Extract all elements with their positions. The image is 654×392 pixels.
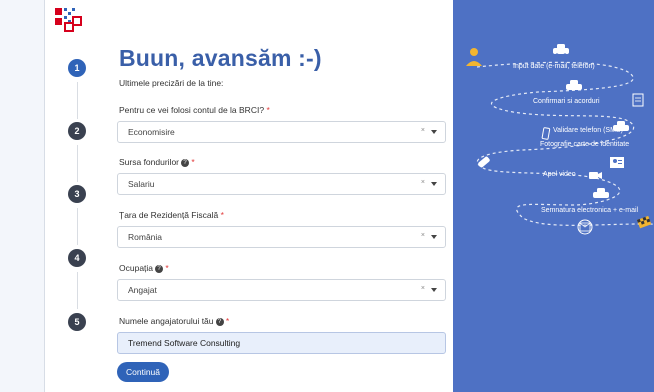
usage-value: Economisire	[128, 127, 175, 137]
roadmap-step-label: Confirmari si acorduri	[533, 98, 600, 105]
roadmap-panel: Input date (e-mail, telefon) Confirmari …	[453, 0, 654, 392]
country-label: Țara de Rezidență Fiscală *	[119, 210, 224, 220]
roadmap-step-label: Apel video	[543, 171, 576, 178]
window: Buun, avansăm :-) Ultimele precizări de …	[44, 0, 654, 392]
roadmap-step-label: Semnatura electronica + e-mail	[541, 207, 639, 214]
clear-icon[interactable]: ×	[421, 127, 425, 134]
source-label: Sursa fondurilor? *	[119, 157, 195, 167]
country-value: România	[128, 232, 163, 242]
chevron-down-icon[interactable]	[431, 235, 437, 239]
envelope-icon	[577, 219, 593, 235]
car-icon	[553, 44, 569, 57]
info-icon[interactable]: ?	[155, 264, 164, 273]
clipboard-icon	[632, 93, 644, 107]
source-select[interactable]: Salariu ×	[117, 173, 446, 195]
source-value: Salariu	[128, 179, 155, 189]
clear-icon[interactable]: ×	[421, 232, 425, 239]
chevron-down-icon[interactable]	[431, 182, 437, 186]
clear-icon[interactable]: ×	[421, 179, 425, 186]
roadmap-step-label: Validare telefon (SMS)	[553, 127, 623, 134]
step-connector	[77, 145, 78, 182]
employer-input[interactable]: Tremend Software Consulting	[117, 332, 446, 354]
page-title: Buun, avansăm :-)	[119, 45, 322, 71]
info-icon[interactable]: ?	[215, 317, 224, 326]
country-select[interactable]: România ×	[117, 226, 446, 248]
chevron-down-icon[interactable]	[431, 288, 437, 292]
step-4: 4	[68, 249, 86, 267]
roadmap-step-label: Fotografie carte de identitate	[540, 141, 630, 148]
continue-button[interactable]: Continuă	[117, 362, 169, 382]
info-icon[interactable]: ?	[181, 158, 190, 167]
id-card-icon	[610, 157, 624, 168]
step-connector	[77, 208, 78, 245]
employer-value: Tremend Software Consulting	[128, 338, 241, 348]
person-icon	[466, 48, 482, 66]
chevron-down-icon[interactable]	[431, 130, 437, 134]
occupation-label: Ocupația? *	[119, 263, 169, 273]
car-icon	[566, 80, 582, 90]
occupation-select[interactable]: Angajat ×	[117, 279, 446, 301]
step-1: 1	[68, 59, 86, 77]
usage-select[interactable]: Economisire ×	[117, 121, 446, 143]
employer-label: Numele angajatorului tău? *	[119, 316, 230, 326]
step-connector	[77, 272, 78, 309]
form-panel: Buun, avansăm :-) Ultimele precizări de …	[45, 0, 453, 392]
occupation-value: Angajat	[128, 285, 157, 295]
clear-icon[interactable]: ×	[421, 285, 425, 292]
page-subtitle: Ultimele precizări de la tine:	[119, 78, 224, 88]
brci-logo	[55, 8, 87, 32]
roadmap-illustration	[466, 44, 654, 235]
usage-label: Pentru ce vei folosi contul de la BRCI? …	[119, 105, 270, 115]
step-connector	[77, 82, 78, 119]
roadmap-step-label: Input date (e-mail, telefon)	[513, 63, 595, 70]
car-icon	[593, 188, 609, 198]
step-3: 3	[68, 185, 86, 203]
step-2: 2	[68, 122, 86, 140]
step-5: 5	[68, 313, 86, 331]
phone-icon	[541, 127, 551, 140]
checkered-flag-icon	[636, 215, 652, 229]
video-camera-icon	[589, 172, 602, 179]
